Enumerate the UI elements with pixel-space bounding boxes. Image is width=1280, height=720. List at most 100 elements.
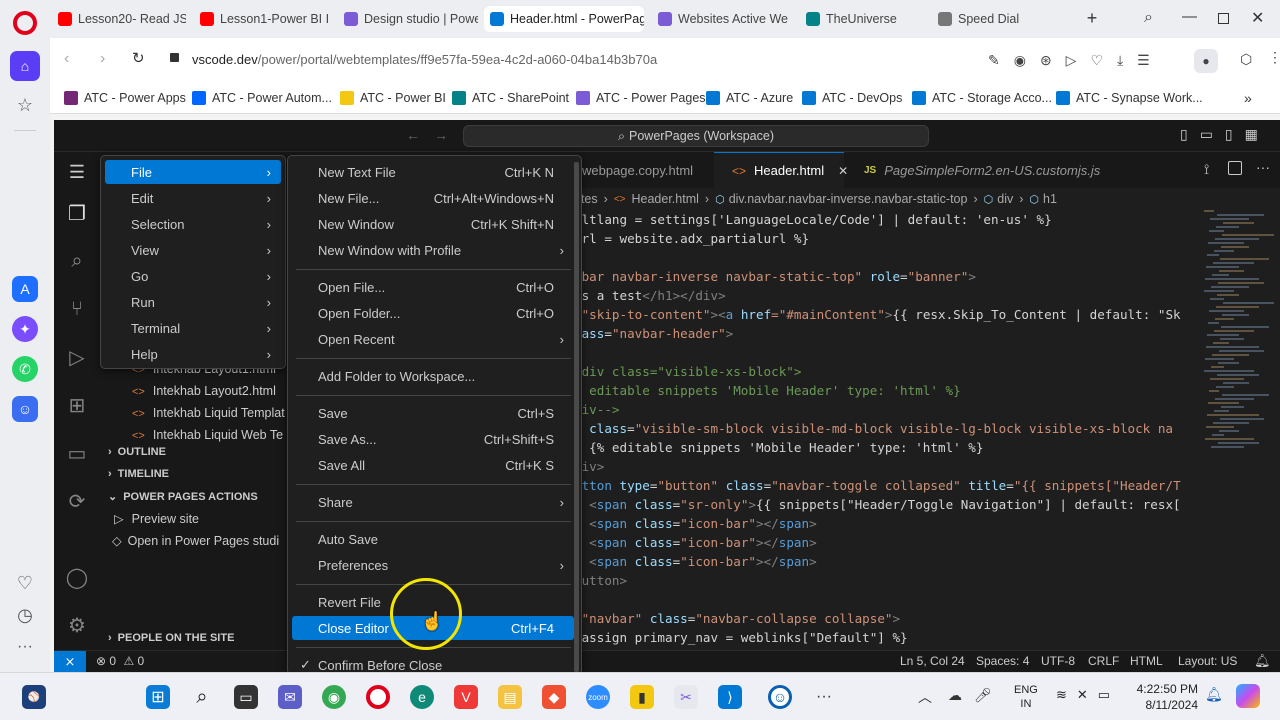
power-pages-actions-section[interactable]: ⌄ POWER PAGES ACTIONS <box>108 490 258 503</box>
menu-help[interactable]: Help › <box>105 342 281 366</box>
messenger-icon[interactable]: ✦ <box>12 316 38 342</box>
problems-indicator[interactable]: ⊗ 0 ⚠ 0 <box>96 654 144 668</box>
bookmark-item[interactable]: ATC - SharePoint <box>452 91 569 105</box>
tray-chevron-icon[interactable]: ︿ <box>918 687 932 707</box>
bookmarks-star-icon[interactable]: ☆ <box>12 92 38 118</box>
browser-tab[interactable]: Lesson1-Power BI In <box>194 6 328 32</box>
profile-icon[interactable]: ● <box>1194 49 1218 73</box>
opera-logo-icon[interactable] <box>13 11 37 35</box>
more-apps-icon[interactable]: ··· <box>812 685 836 709</box>
power-pages-icon[interactable]: ⟳ <box>64 488 90 514</box>
browser-tab[interactable]: Lesson20- Read JSO <box>52 6 186 32</box>
preview-site-action[interactable]: ▷ Preview site <box>114 511 199 526</box>
menu-file[interactable]: File › <box>105 160 281 184</box>
back-icon[interactable]: ‹ <box>64 50 69 68</box>
split-editor-icon[interactable] <box>1228 161 1242 175</box>
browser-tab[interactable]: Speed Dial <box>932 6 1072 32</box>
weather-widget-icon[interactable]: ⚾ <box>22 685 46 709</box>
menu-view[interactable]: View › <box>105 238 281 262</box>
breadcrumb-item[interactable]: Header.html <box>632 192 699 206</box>
bookmark-item[interactable]: ATC - Power BI <box>340 91 446 105</box>
file-menu-save-as[interactable]: Save As... Ctrl+Shift+S <box>292 427 574 451</box>
explorer-file-item[interactable]: <> Intekhab Liquid Web Te <box>132 428 283 442</box>
vivaldi-icon[interactable]: V <box>454 685 478 709</box>
file-menu-save[interactable]: Save Ctrl+S <box>292 401 574 425</box>
line-endings[interactable]: CRLF <box>1088 654 1119 668</box>
minimize-button[interactable]: — <box>1182 8 1197 25</box>
run-debug-icon[interactable]: ▷ <box>64 344 90 370</box>
file-menu-new-window[interactable]: New Window Ctrl+K Shift+N <box>292 212 574 236</box>
source-control-icon[interactable]: ⑂ <box>64 296 90 322</box>
open-in-power-pages-action[interactable]: ◇ Open in Power Pages studi <box>112 533 279 548</box>
chat-icon[interactable]: ✉ <box>278 685 302 709</box>
browser-tab[interactable]: Design studio | Powe <box>338 6 478 32</box>
home-icon[interactable]: ⌂ <box>10 51 40 81</box>
file-menu-auto-save[interactable]: Auto Save <box>292 527 574 551</box>
open-changes-icon[interactable]: ⟟ <box>1204 161 1209 178</box>
power-bi-icon[interactable]: ▮ <box>630 685 654 709</box>
file-menu-open-file[interactable]: Open File... Ctrl+O <box>292 275 574 299</box>
close-icon[interactable]: ✕ <box>838 164 848 178</box>
command-center[interactable]: ⌕ PowerPages (Workspace) <box>463 125 929 147</box>
explorer-file-item[interactable]: <> Intekhab Liquid Templat <box>132 406 285 420</box>
people-on-site-section[interactable]: › PEOPLE ON THE SITE <box>108 632 234 644</box>
search-icon[interactable]: ⌕ <box>64 248 90 274</box>
git-app-icon[interactable]: ◆ <box>542 685 566 709</box>
tab-webpage-copy[interactable]: webpage.copy.html <box>582 152 693 188</box>
explorer-icon[interactable]: ❐ <box>64 200 90 226</box>
vscode-taskbar-icon[interactable]: ⟩ <box>718 685 742 709</box>
heart-icon[interactable]: ♡ <box>12 570 38 596</box>
discord-icon[interactable]: ☺ <box>12 396 38 422</box>
forward-icon[interactable]: › <box>100 50 105 68</box>
task-view-icon[interactable]: ▭ <box>234 685 258 709</box>
recorder-icon[interactable]: ☺ <box>768 685 792 709</box>
menu-edit[interactable]: Edit › <box>105 186 281 210</box>
menu-run[interactable]: Run › <box>105 290 281 314</box>
bookmark-item[interactable]: ATC - Storage Acco... <box>912 91 1052 105</box>
outline-section[interactable]: › OUTLINE <box>108 446 166 458</box>
taskbar-search-icon[interactable]: ⌕ <box>190 685 214 709</box>
more-actions-icon[interactable]: ··· <box>1256 159 1270 175</box>
remote-explorer-icon[interactable]: ▭ <box>64 440 90 466</box>
history-clock-icon[interactable]: ◷ <box>12 602 38 628</box>
bookmarks-overflow-icon[interactable]: » <box>1244 90 1252 106</box>
code-editor[interactable]: ultlang = settings['LanguageLocale/Code'… <box>574 210 1194 650</box>
file-menu-add-folder-to-workspace[interactable]: Add Folder to Workspace... <box>292 364 574 388</box>
nav-back-icon[interactable]: ← <box>406 127 420 143</box>
notifications-bell-icon[interactable]: 🔔︎ <box>1254 653 1271 669</box>
tab-customjs[interactable]: JS PageSimpleForm2.en-US.customjs.js <box>864 152 1100 188</box>
file-menu-save-all[interactable]: Save All Ctrl+K S <box>292 453 574 477</box>
layout-toggle-icons[interactable]: ▯▭▯▦ <box>1180 126 1270 143</box>
cursor-position[interactable]: Ln 5, Col 24 <box>900 654 965 668</box>
edge-icon[interactable]: e <box>410 685 434 709</box>
extensions-icon[interactable]: ⬡ <box>1240 51 1252 68</box>
file-menu-scrollbar[interactable] <box>574 162 579 672</box>
menu-hamburger-icon[interactable]: ☰ <box>64 159 90 185</box>
file-menu-new-window-with-profile[interactable]: New Window with Profile › <box>292 238 574 262</box>
chrome-icon[interactable]: ◉ <box>322 685 346 709</box>
bookmark-item[interactable]: ATC - DevOps <box>802 91 902 105</box>
bookmark-item[interactable]: ATC - Power Pages <box>576 91 706 105</box>
file-menu-new-file[interactable]: New File... Ctrl+Alt+Windows+N <box>292 186 574 210</box>
reload-icon[interactable]: ↻ <box>132 49 145 67</box>
notification-bell-icon[interactable]: 🔔︎ <box>1205 686 1223 703</box>
explorer-file-item[interactable]: <> Intekhab Layout2.html <box>132 384 276 398</box>
new-tab-button[interactable]: + <box>1082 8 1102 28</box>
copilot-icon[interactable] <box>1236 684 1260 708</box>
breadcrumb-item[interactable]: div <box>997 192 1013 206</box>
more-dots-icon[interactable]: ··· <box>12 634 38 660</box>
nav-forward-icon[interactable]: → <box>434 127 448 143</box>
start-windows-icon[interactable]: ⊞ <box>146 685 170 709</box>
file-menu-open-folder[interactable]: Open Folder... Ctrl+O <box>292 301 574 325</box>
bookmark-item[interactable]: ATC - Power Apps <box>64 91 186 105</box>
whatsapp-icon[interactable]: ✆ <box>12 356 38 382</box>
indentation[interactable]: Spaces: 4 <box>976 654 1029 668</box>
remote-icon[interactable]: ⨯ <box>54 651 86 672</box>
tab-header-html[interactable]: <> Header.html ✕ <box>714 152 848 188</box>
breadcrumb-item[interactable]: div.navbar.navbar-inverse.navbar-static-… <box>729 192 968 206</box>
window-close-button[interactable]: ✕ <box>1251 8 1264 28</box>
browser-tab[interactable]: Websites Active We <box>652 6 792 32</box>
menu-dots-icon[interactable]: ⋮ <box>1268 49 1280 66</box>
tray-icons[interactable]: ☁🎤︎ <box>948 687 1004 704</box>
url-field[interactable]: vscode.dev/power/portal/webtemplates/ff9… <box>192 52 657 67</box>
